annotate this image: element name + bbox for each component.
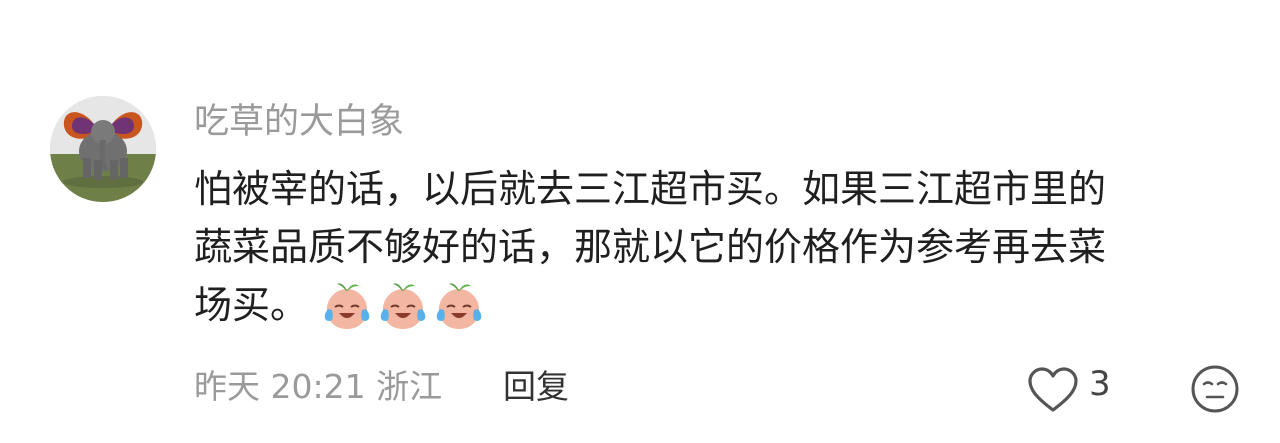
- elephant-avatar-icon: [50, 96, 156, 202]
- comment-line: 场买。: [194, 283, 309, 327]
- comment-time: 昨天 20:21: [194, 367, 366, 406]
- reply-button[interactable]: 回复: [503, 365, 569, 409]
- comment-location: 浙江: [376, 367, 443, 406]
- crying-laughing-peach-emoji: [324, 282, 370, 329]
- emoji-group: [320, 279, 488, 337]
- comment-body: 怕被宰的话，以后就去三江超市买。如果三江超市里的 蔬菜品质不够好的话，那就以它的…: [194, 160, 1234, 334]
- heart-outline-icon[interactable]: [1027, 366, 1079, 414]
- comment-line-with-emoji: 场买。: [194, 276, 1234, 334]
- face-icon[interactable]: [1190, 364, 1240, 414]
- comment-meta: 昨天 20:21 浙江: [194, 365, 442, 409]
- crying-laughing-peach-emoji: [380, 282, 426, 329]
- username[interactable]: 吃草的大白象: [194, 100, 404, 144]
- avatar[interactable]: [50, 96, 156, 202]
- like-count: 3: [1089, 364, 1111, 404]
- comment-line: 蔬菜品质不够好的话，那就以它的价格作为参考再去菜: [194, 225, 1107, 269]
- comment-line: 怕被宰的话，以后就去三江超市买。如果三江超市里的: [194, 167, 1107, 211]
- crying-laughing-peach-emoji: [436, 282, 482, 329]
